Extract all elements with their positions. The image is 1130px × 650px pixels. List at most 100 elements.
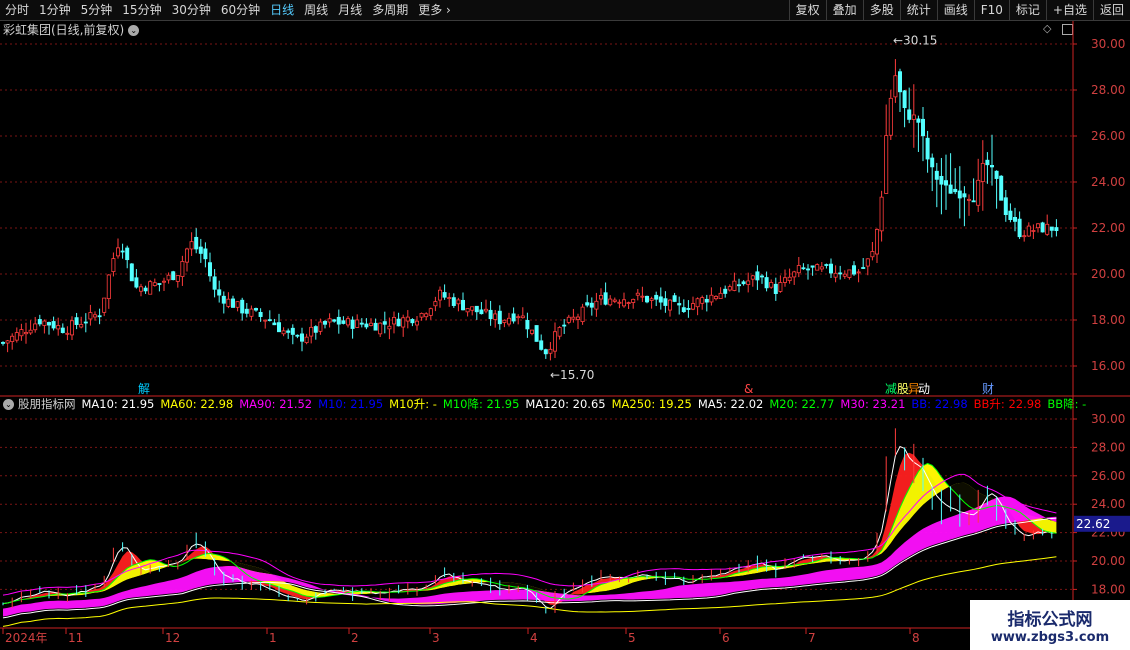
candle-body-51 [235, 301, 240, 308]
candlesticks [0, 59, 1059, 361]
candle-body-189 [870, 251, 875, 258]
candle-body-130 [599, 294, 604, 300]
candle-body-101 [465, 308, 470, 313]
candle-body-21 [97, 315, 102, 318]
event-marker-0: 解 [138, 382, 150, 396]
candle-body-219 [1008, 210, 1013, 221]
candle-body-138 [635, 292, 640, 296]
candle-body-196 [902, 90, 907, 109]
candle-body-139 [640, 295, 645, 298]
candle-body-149 [686, 308, 691, 310]
candle-body-180 [829, 263, 834, 274]
candle-body-18 [83, 321, 88, 324]
time-label-0: 2024年 [5, 631, 48, 645]
candle-body-72 [332, 319, 337, 322]
candle-body-154 [709, 294, 714, 303]
candle-body-157 [723, 288, 728, 294]
candle-body-39 [180, 261, 185, 277]
candle-body-103 [474, 305, 479, 313]
candle-body-148 [681, 307, 686, 313]
ind-price-label-5: 20.00 [1091, 554, 1125, 568]
candle-body-186 [856, 271, 861, 274]
candle-body-9 [42, 320, 47, 326]
candle-body-176 [810, 265, 815, 268]
candle-body-38 [175, 275, 180, 282]
candle-body-115 [530, 329, 535, 334]
candle-body-11 [51, 321, 56, 329]
ind-price-label-2: 26.00 [1091, 469, 1125, 483]
candle-body-179 [824, 264, 829, 266]
time-label-4: 2 [351, 631, 359, 645]
candle-body-163 [750, 275, 755, 280]
candle-body-152 [700, 297, 705, 304]
candle-body-71 [327, 318, 332, 323]
candle-body-62 [286, 330, 291, 333]
candle-body-132 [608, 298, 613, 306]
candle-body-211 [971, 200, 976, 203]
event-marker-2: 减 [885, 382, 897, 396]
candle-body-104 [479, 309, 484, 315]
candle-body-2 [10, 335, 15, 343]
candle-body-93 [428, 308, 433, 316]
candle-body-183 [842, 273, 847, 277]
candle-body-78 [359, 322, 364, 325]
candle-body-170 [783, 277, 788, 283]
candle-body-215 [990, 165, 995, 168]
candle-body-16 [74, 317, 79, 325]
candle-body-137 [631, 298, 636, 303]
candle-body-214 [985, 159, 990, 166]
time-label-10: 8 [912, 631, 920, 645]
candle-body-97 [447, 297, 452, 300]
candle-body-151 [695, 298, 700, 308]
candle-body-114 [525, 320, 530, 330]
candle-body-127 [585, 302, 590, 306]
candle-body-81 [373, 322, 378, 331]
candle-body-90 [414, 320, 419, 326]
candle-body-218 [1003, 197, 1008, 216]
candle-body-172 [792, 271, 797, 278]
ind-price-label-1: 28.00 [1091, 440, 1125, 454]
candle-body-226 [1040, 222, 1045, 233]
candle-body-169 [778, 282, 783, 292]
candle-body-74 [341, 320, 346, 324]
candle-body-203 [934, 170, 939, 180]
candle-body-119 [548, 348, 553, 354]
candle-body-89 [410, 319, 415, 324]
price-axis: 30.00 28.00 26.00 24.00 22.00 20.00 18.00 16.00… [1073, 37, 1130, 596]
candle-body-155 [714, 295, 719, 300]
candle-body-100 [460, 299, 465, 311]
candle-body-22 [102, 297, 107, 313]
candle-body-85 [391, 316, 396, 325]
candle-body-122 [562, 324, 567, 327]
candle-body-57 [263, 319, 268, 322]
candle-body-208 [957, 190, 962, 199]
chart-canvas[interactable]: ←30.15←15.70解 & 减股异动财 30.0028.0026.0024.00… [0, 0, 1130, 650]
time-label-7: 5 [628, 631, 636, 645]
candle-body-52 [240, 299, 245, 314]
candle-body-124 [571, 316, 576, 320]
main-price-label-7: 16.00 [1091, 359, 1125, 373]
candle-body-165 [760, 275, 765, 278]
candle-body-229 [1054, 227, 1059, 232]
candle-body-144 [663, 298, 668, 306]
candle-body-91 [419, 313, 424, 318]
candle-body-118 [543, 349, 548, 355]
candle-body-174 [801, 267, 806, 270]
event-marker-6: 财 [982, 382, 994, 396]
candle-body-70 [322, 321, 327, 325]
time-label-1: 11 [68, 631, 83, 645]
candle-body-36 [166, 274, 171, 281]
candle-body-7 [33, 323, 38, 331]
main-price-label-6: 18.00 [1091, 313, 1125, 327]
candle-body-29 [134, 277, 139, 288]
candle-body-222 [1022, 235, 1027, 238]
candle-body-121 [557, 327, 562, 337]
candle-body-63 [290, 327, 295, 335]
candle-body-220 [1013, 217, 1018, 222]
ind-price-label-0: 30.00 [1091, 412, 1125, 426]
candle-body-141 [649, 298, 654, 301]
candle-body-3 [14, 332, 19, 341]
candle-body-95 [437, 289, 442, 301]
candle-body-146 [672, 295, 677, 302]
candle-body-102 [470, 306, 475, 311]
